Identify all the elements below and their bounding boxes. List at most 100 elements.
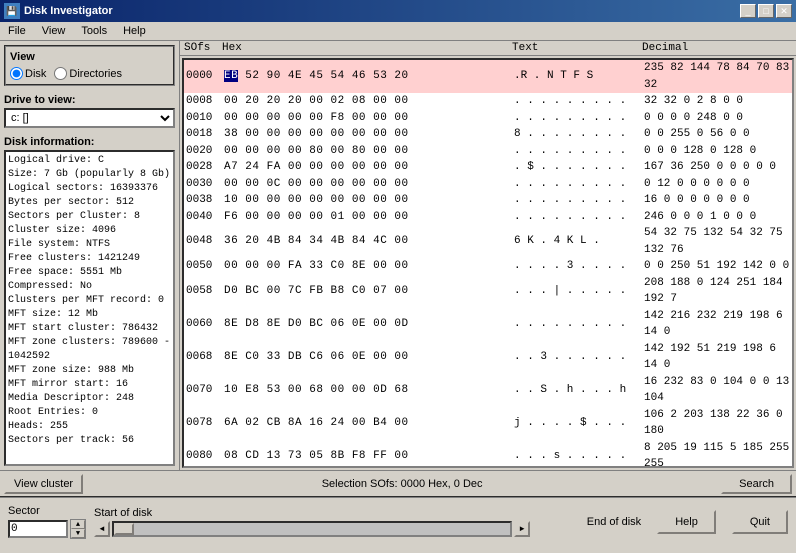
close-button[interactable]: ✕ bbox=[776, 4, 792, 18]
hex-row[interactable]: 0070 10 E8 53 00 68 00 00 0D 68 . . S . … bbox=[184, 374, 792, 407]
disk-info-line: Cluster size: 4096 bbox=[8, 224, 171, 238]
app-title: Disk Investigator bbox=[24, 5, 113, 17]
hex-row[interactable]: 0058 D0 BC 00 7C FB B8 C0 07 00 . . . | … bbox=[184, 275, 792, 308]
view-cluster-button[interactable]: View cluster bbox=[4, 474, 83, 494]
disk-info-line: Free clusters: 1421249 bbox=[8, 252, 171, 266]
title-bar: 💾 Disk Investigator _ □ ✕ bbox=[0, 0, 796, 22]
hex-address: 0078 bbox=[186, 415, 224, 432]
hex-bytes: A7 24 FA 00 00 00 00 00 00 bbox=[224, 159, 514, 176]
hex-bytes: 36 20 4B 84 34 4B 84 4C 00 bbox=[224, 233, 514, 250]
hex-address: 0008 bbox=[186, 93, 224, 110]
hex-text: . . S . h . . . h bbox=[514, 382, 644, 399]
hex-row[interactable]: 0080 08 CD 13 73 05 8B F8 FF 00 . . . s … bbox=[184, 440, 792, 469]
disk-info-line: Free space: 5551 Mb bbox=[8, 266, 171, 280]
disk-info-content[interactable]: Logical drive: CSize: 7 Gb (popularly 8 … bbox=[4, 150, 175, 466]
menu-bar: File View Tools Help bbox=[0, 22, 796, 41]
hex-row[interactable]: 0000 EB 52 90 4E 45 54 46 53 20 .R . N T… bbox=[184, 60, 792, 93]
disk-info-line: MFT zone clusters: 789600 - 1042592 bbox=[8, 336, 171, 364]
sector-spin-up[interactable]: ▲ bbox=[71, 520, 85, 529]
hex-bytes: 38 00 00 00 00 00 00 00 00 bbox=[224, 126, 514, 143]
maximize-button[interactable]: □ bbox=[758, 4, 774, 18]
title-bar-left: 💾 Disk Investigator bbox=[4, 3, 113, 19]
sector-input[interactable] bbox=[8, 520, 68, 538]
sector-section: Sector ▲ ▼ bbox=[8, 505, 86, 539]
hex-bytes: 8E C0 33 DB C6 06 0E 00 00 bbox=[224, 349, 514, 366]
title-bar-buttons: _ □ ✕ bbox=[740, 4, 792, 18]
main-layout: View Disk Directories Drive to view: c: … bbox=[0, 41, 796, 470]
hex-row[interactable]: 0038 10 00 00 00 00 00 00 00 00 . . . . … bbox=[184, 192, 792, 209]
hex-decimal: 8 205 19 115 5 185 255 255 bbox=[644, 440, 790, 469]
quit-button[interactable]: Quit bbox=[732, 510, 788, 534]
disk-info-line: Size: 7 Gb (popularly 8 Gb) bbox=[8, 168, 171, 182]
right-panel: SOfs Hex Text Decimal 0000 EB 52 90 4E 4… bbox=[180, 41, 796, 470]
scroll-track[interactable] bbox=[112, 521, 512, 537]
menu-file[interactable]: File bbox=[4, 24, 30, 38]
hex-text: . . . . 3 . . . . bbox=[514, 258, 644, 275]
disk-radio-option[interactable]: Disk bbox=[10, 67, 46, 80]
hex-decimal: 0 12 0 0 0 0 0 0 bbox=[644, 176, 790, 193]
hex-col-header: SOfs Hex Text Decimal bbox=[180, 41, 796, 56]
hex-text: . $ . . . . . . . bbox=[514, 159, 644, 176]
hex-row[interactable]: 0030 00 00 0C 00 00 00 00 00 00 . . . . … bbox=[184, 176, 792, 193]
drive-select[interactable]: c: [] bbox=[4, 108, 175, 128]
sector-label: Sector bbox=[8, 505, 40, 517]
hex-bytes: 00 00 00 00 00 F8 00 00 00 bbox=[224, 110, 514, 127]
scroll-thumb[interactable] bbox=[114, 523, 134, 535]
disk-info-line: Compressed: No bbox=[8, 280, 171, 294]
hex-row[interactable]: 0078 6A 02 CB 8A 16 24 00 B4 00 j . . . … bbox=[184, 407, 792, 440]
hex-address: 0050 bbox=[186, 258, 224, 275]
hex-row[interactable]: 0020 00 00 00 00 80 00 80 00 00 . . . . … bbox=[184, 143, 792, 160]
directories-radio-option[interactable]: Directories bbox=[54, 67, 122, 80]
menu-view[interactable]: View bbox=[38, 24, 70, 38]
hex-row[interactable]: 0068 8E C0 33 DB C6 06 0E 00 00 . . 3 . … bbox=[184, 341, 792, 374]
disk-radio[interactable] bbox=[10, 67, 23, 80]
hex-text: . . . . . . . . . bbox=[514, 143, 644, 160]
hex-row[interactable]: 0010 00 00 00 00 00 F8 00 00 00 . . . . … bbox=[184, 110, 792, 127]
hex-row[interactable]: 0050 00 00 00 FA 33 C0 8E 00 00 . . . . … bbox=[184, 258, 792, 275]
menu-tools[interactable]: Tools bbox=[77, 24, 111, 38]
hex-row[interactable]: 0028 A7 24 FA 00 00 00 00 00 00 . $ . . … bbox=[184, 159, 792, 176]
hex-decimal: 246 0 0 0 1 0 0 0 bbox=[644, 209, 790, 226]
hex-bytes: 10 00 00 00 00 00 00 00 00 bbox=[224, 192, 514, 209]
drive-section: Drive to view: c: [] bbox=[4, 94, 175, 128]
start-disk-section: Start of disk ◄ ► bbox=[94, 507, 530, 537]
directories-radio[interactable] bbox=[54, 67, 67, 80]
hex-text: . . 3 . . . . . . bbox=[514, 349, 644, 366]
scroll-left-arrow[interactable]: ◄ bbox=[94, 521, 110, 537]
drive-label: Drive to view: bbox=[4, 94, 175, 106]
help-button[interactable]: Help bbox=[657, 510, 716, 534]
scroll-right-arrow[interactable]: ► bbox=[514, 521, 530, 537]
hex-bytes: EB 52 90 4E 45 54 46 53 20 bbox=[224, 68, 514, 85]
hex-bytes: 10 E8 53 00 68 00 00 0D 68 bbox=[224, 382, 514, 399]
sector-spin-down[interactable]: ▼ bbox=[71, 529, 85, 538]
hex-address: 0048 bbox=[186, 233, 224, 250]
app-icon: 💾 bbox=[4, 3, 20, 19]
hex-text: . . . . . . . . . bbox=[514, 176, 644, 193]
start-disk-row: ◄ ► bbox=[94, 521, 530, 537]
hex-text: . . . . . . . . . bbox=[514, 316, 644, 333]
menu-help[interactable]: Help bbox=[119, 24, 150, 38]
search-button[interactable]: Search bbox=[721, 474, 792, 494]
hex-text: . . . . . . . . . bbox=[514, 93, 644, 110]
hex-content[interactable]: 0000 EB 52 90 4E 45 54 46 53 20 .R . N T… bbox=[182, 58, 794, 468]
hex-bytes: 8E D8 8E D0 BC 06 0E 00 0D bbox=[224, 316, 514, 333]
hex-decimal: 0 0 255 0 56 0 0 bbox=[644, 126, 790, 143]
hex-bytes: 6A 02 CB 8A 16 24 00 B4 00 bbox=[224, 415, 514, 432]
selection-info: Selection SOfs: 0000 Hex, 0 Dec bbox=[87, 478, 717, 490]
hex-text: 8 . . . . . . . . bbox=[514, 126, 644, 143]
hex-row[interactable]: 0048 36 20 4B 84 34 4B 84 4C 00 6 K . 4 … bbox=[184, 225, 792, 258]
hex-text: 6 K . 4 K L . bbox=[514, 233, 644, 250]
hex-decimal: 16 232 83 0 104 0 0 13 104 bbox=[644, 374, 790, 407]
hex-row[interactable]: 0008 00 20 20 20 00 02 08 00 00 . . . . … bbox=[184, 93, 792, 110]
hex-row[interactable]: 0018 38 00 00 00 00 00 00 00 00 8 . . . … bbox=[184, 126, 792, 143]
end-disk-label: End of disk bbox=[587, 516, 641, 528]
minimize-button[interactable]: _ bbox=[740, 4, 756, 18]
hex-text: . . . . . . . . . bbox=[514, 110, 644, 127]
disk-info-line: MFT zone size: 988 Mb bbox=[8, 364, 171, 378]
hex-row[interactable]: 0040 F6 00 00 00 00 01 00 00 00 . . . . … bbox=[184, 209, 792, 226]
hex-row[interactable]: 0060 8E D8 8E D0 BC 06 0E 00 0D . . . . … bbox=[184, 308, 792, 341]
hex-text: . . . . . . . . . bbox=[514, 209, 644, 226]
view-group: View Disk Directories bbox=[4, 45, 175, 86]
hex-decimal: 106 2 203 138 22 36 0 180 bbox=[644, 407, 790, 440]
hex-text: . . . . . . . . . bbox=[514, 192, 644, 209]
